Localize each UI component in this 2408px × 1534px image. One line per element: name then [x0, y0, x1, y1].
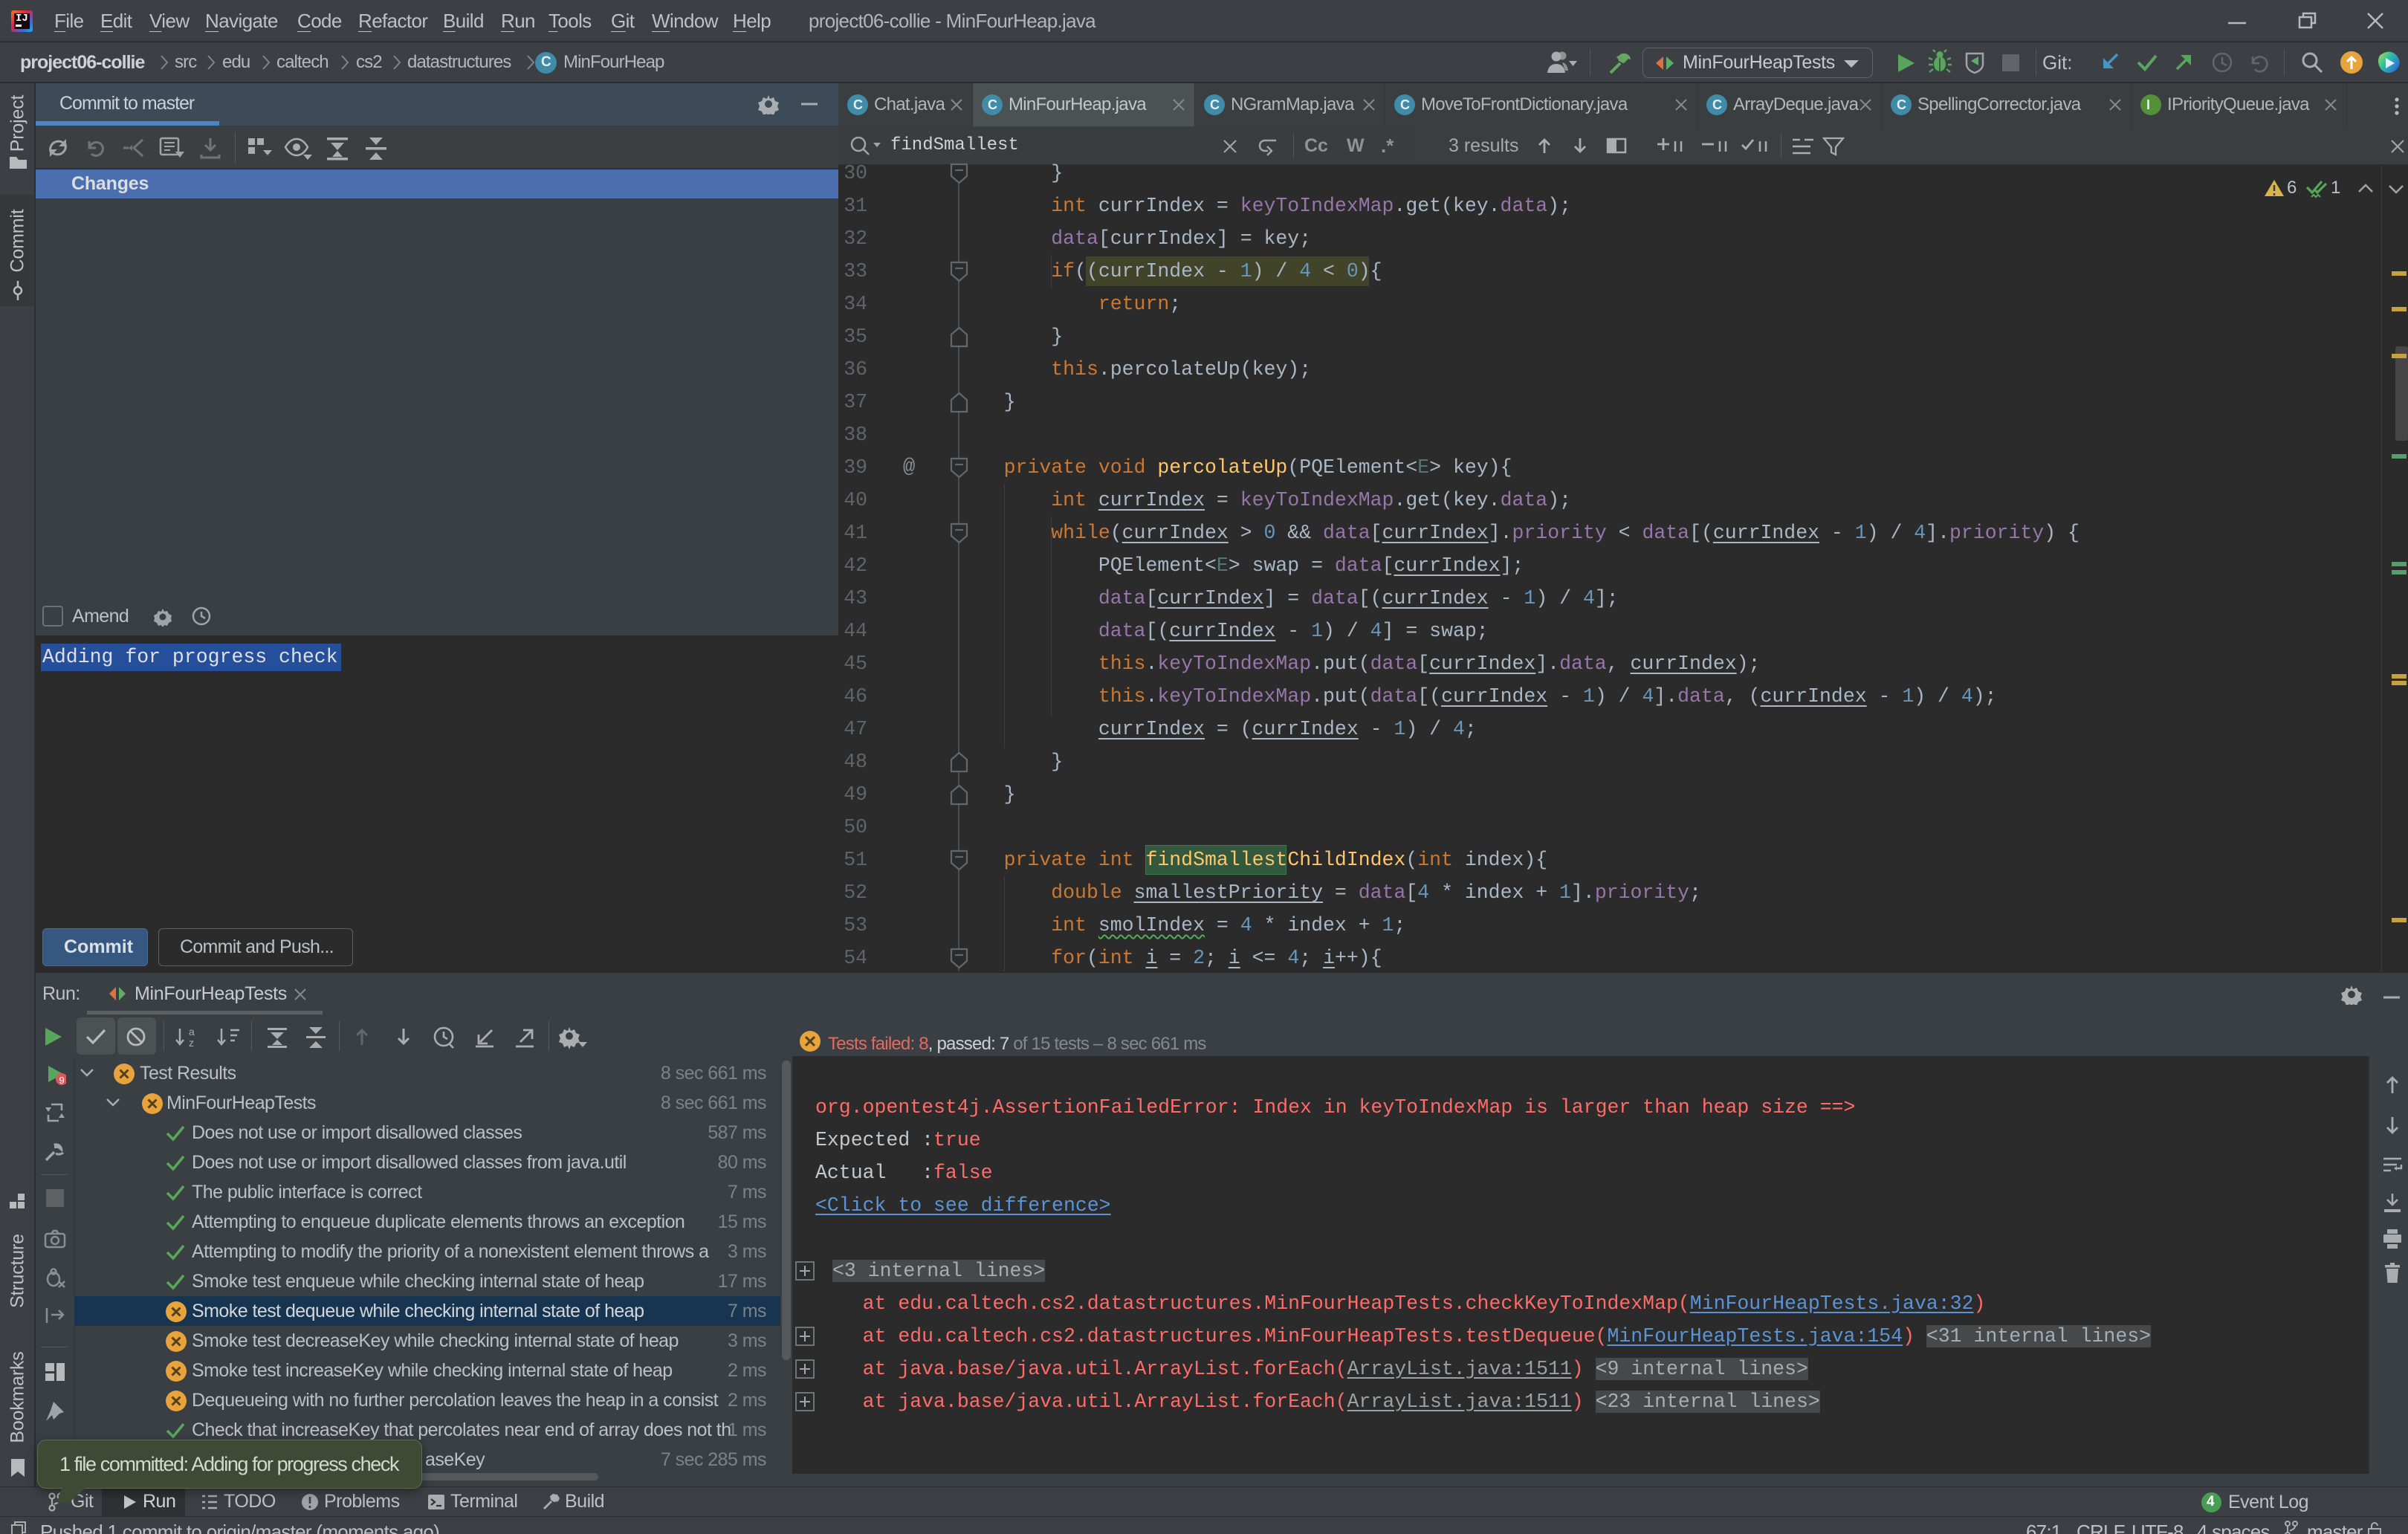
- svg-text:a: a: [189, 1026, 195, 1038]
- svg-text:z: z: [189, 1037, 194, 1048]
- svg-text:9: 9: [59, 1075, 65, 1085]
